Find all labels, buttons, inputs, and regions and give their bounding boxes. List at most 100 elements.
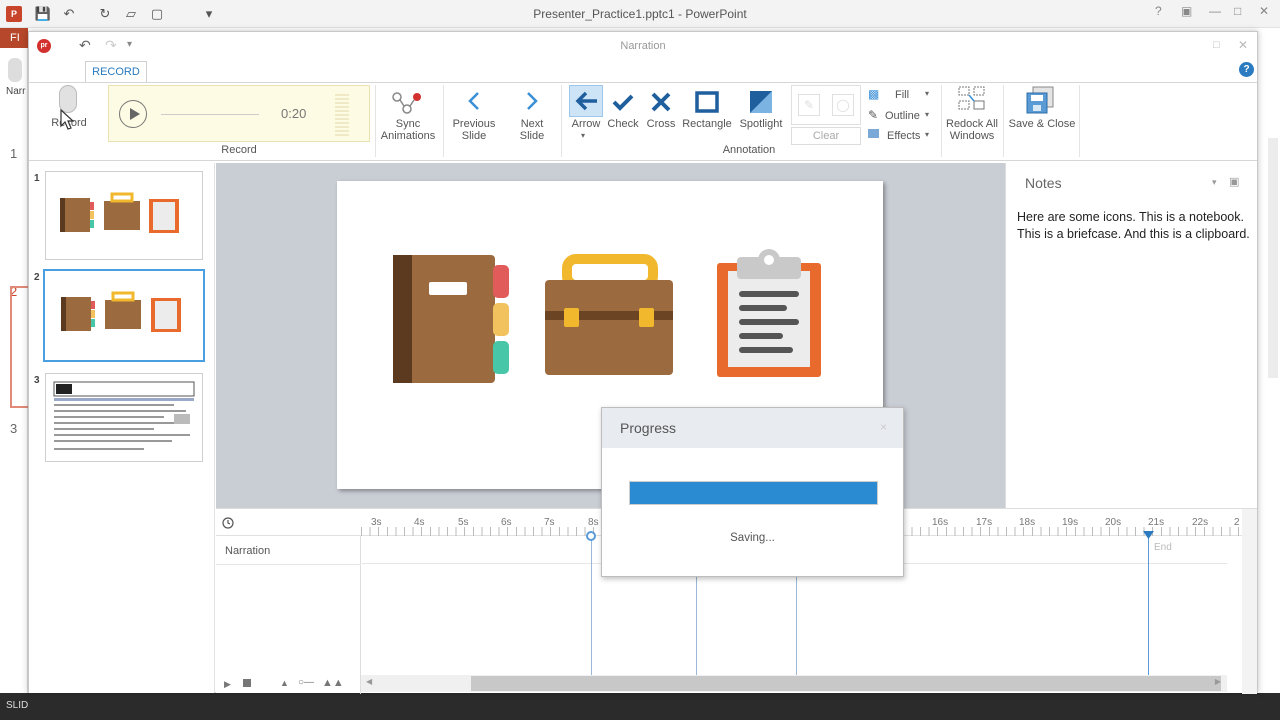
progress-dialog: Progress × Saving... (601, 407, 904, 577)
powerpoint-slide-pane: Narr 1 2 3 (0, 48, 28, 693)
outline-button[interactable]: Outline (885, 110, 920, 122)
arrow-tool-button[interactable]: Arrow (565, 118, 607, 130)
powerpoint-right-edge (1258, 28, 1280, 693)
notebook-icon (393, 255, 509, 383)
next-slide-button[interactable]: Next Slide (511, 118, 553, 142)
clear-button[interactable]: Clear (791, 127, 861, 145)
playhead-line (591, 536, 592, 675)
thumbnail-number: 1 (34, 173, 40, 184)
scroll-right-icon[interactable]: ▶ (1215, 677, 1221, 686)
timeline-track-labels: Narration (216, 536, 361, 694)
close-icon[interactable]: ✕ (1259, 4, 1269, 18)
seek-bar[interactable] (161, 114, 259, 115)
cross-icon[interactable] (650, 91, 672, 113)
zoom-out-icon[interactable]: ▲ (280, 678, 289, 688)
previous-slide-icon[interactable] (466, 91, 482, 111)
zoom-slider-icon[interactable]: ○— (298, 677, 314, 688)
play-icon[interactable]: ▶ (224, 679, 231, 690)
scrollbar[interactable] (1268, 138, 1278, 378)
status-text: SLID (6, 700, 29, 711)
clipboard-icon (717, 249, 821, 377)
ribbon-separator (1079, 85, 1080, 157)
outline-dropdown-icon[interactable]: ▾ (925, 110, 929, 119)
slide-thumbnail-2[interactable] (43, 269, 205, 362)
check-icon[interactable] (611, 91, 635, 113)
thumbnail-number: 2 (34, 272, 40, 283)
cross-tool-button[interactable]: Cross (643, 118, 679, 130)
thumbnail-number: 3 (34, 375, 40, 386)
notes-pane: Notes ▾ ▣ Here are some icons. This is a… (1005, 163, 1257, 508)
arrow-dropdown-icon[interactable]: ▾ (581, 131, 585, 140)
notes-title: Notes (1025, 175, 1062, 191)
pen-icon[interactable]: ✎ (798, 94, 820, 116)
fill-dropdown-icon[interactable]: ▾ (925, 89, 929, 98)
check-tool-button[interactable]: Check (605, 118, 641, 130)
notes-text[interactable]: Here are some icons. This is a notebook.… (1017, 209, 1253, 243)
narration-label: Narr (6, 86, 26, 97)
sync-animations-icon[interactable] (391, 91, 423, 115)
thumbnail-icons (60, 192, 179, 233)
minimize-icon[interactable]: — (1209, 4, 1221, 18)
slide-thumbnail-3[interactable] (45, 373, 203, 462)
fill-icon[interactable]: ▩ (868, 87, 879, 101)
help-icon[interactable]: ? (1155, 4, 1162, 18)
effects-icon[interactable] (868, 129, 879, 138)
timeline-horizontal-scrollbar[interactable]: ◀ ▶ (361, 675, 1227, 692)
stop-icon[interactable] (243, 679, 251, 687)
notes-undock-icon[interactable]: ▣ (1229, 175, 1239, 188)
effects-button[interactable]: Effects (887, 130, 920, 142)
redock-all-windows-button[interactable]: Redock All Windows (943, 118, 1001, 142)
save-close-button[interactable]: Save & Close (1005, 118, 1079, 130)
timeline-vertical-scrollbar[interactable] (1242, 509, 1257, 694)
eraser-icon[interactable]: ◯ (832, 94, 854, 116)
slide-thumbnail-1[interactable] (45, 171, 203, 260)
sync-animations-button[interactable]: Sync Animations (375, 118, 441, 142)
annotation-preview-box: ✎ ◯ (791, 85, 861, 125)
tab-record[interactable]: RECORD (85, 61, 147, 83)
play-button[interactable] (119, 100, 147, 128)
spotlight-icon[interactable] (749, 90, 773, 114)
effects-dropdown-icon[interactable]: ▾ (925, 130, 929, 139)
status-bar: SLID (0, 693, 1280, 720)
next-slide-icon[interactable] (524, 91, 540, 111)
notes-dropdown-icon[interactable]: ▾ (1212, 177, 1217, 188)
window-title: Presenter_Practice1.pptc1 - PowerPoint (533, 7, 747, 21)
close-icon[interactable]: × (880, 420, 887, 434)
ribbon: Record 0:20 Record Sync Animations Previ… (29, 83, 1257, 161)
zoom-in-icon[interactable]: ▲▲ (322, 677, 344, 689)
progress-bar (629, 481, 878, 505)
rectangle-icon[interactable] (695, 91, 719, 113)
ribbon-display-icon[interactable]: ▣ (1181, 4, 1192, 18)
thumbnail-icons (61, 291, 181, 332)
player-time: 0:20 (281, 106, 307, 121)
ribbon-separator (443, 85, 444, 157)
fill-button[interactable]: Fill (895, 89, 909, 101)
cursor-icon (60, 109, 75, 130)
annotation-group-label: Annotation (722, 144, 776, 156)
scroll-left-icon[interactable]: ◀ (366, 677, 372, 686)
slide-number: 1 (10, 146, 18, 161)
narration-track-label: Narration (225, 545, 271, 557)
redock-windows-icon[interactable] (957, 85, 987, 113)
spotlight-tool-button[interactable]: Spotlight (735, 118, 787, 130)
outline-icon[interactable]: ✎ (868, 108, 878, 122)
close-icon[interactable]: ✕ (1238, 38, 1248, 52)
end-marker-line[interactable] (1148, 536, 1149, 675)
maximize-icon[interactable]: □ (1234, 4, 1241, 18)
maximize-icon[interactable]: □ (1213, 39, 1220, 51)
clock-icon (222, 517, 234, 529)
ribbon-separator (561, 85, 562, 157)
scrollbar-thumb[interactable] (471, 676, 1221, 691)
ribbon-separator (1003, 85, 1004, 157)
playhead-handle[interactable] (586, 531, 596, 541)
help-icon[interactable]: ? (1239, 62, 1254, 77)
rectangle-tool-button[interactable]: Rectangle (681, 118, 733, 130)
narration-title: Narration (620, 40, 666, 52)
save-close-icon[interactable] (1025, 85, 1055, 115)
file-tab[interactable]: FI (0, 28, 28, 48)
previous-slide-button[interactable]: Previous Slide (449, 118, 499, 142)
slide-thumbnails-pane: 1 2 3 (29, 163, 215, 693)
ribbon-separator (941, 85, 942, 157)
end-marker-handle[interactable] (1143, 531, 1154, 539)
arrow-icon[interactable] (573, 89, 599, 113)
